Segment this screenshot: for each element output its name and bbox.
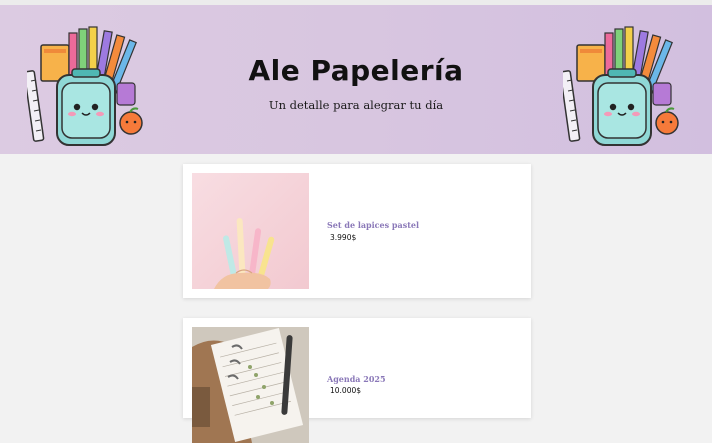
product-card[interactable]: Agenda 2025 10.000$: [183, 318, 531, 443]
product-card[interactable]: Set de lapices pastel 3.990$: [183, 164, 531, 298]
product-image[interactable]: [192, 327, 309, 443]
product-price: 10.000$: [330, 386, 362, 395]
product-price: 3.990$: [330, 233, 357, 242]
header-banner: Ale Papelería Un detalle para alegrar tu…: [0, 5, 712, 154]
product-image[interactable]: [192, 173, 309, 289]
product-name[interactable]: Set de lapices pastel: [327, 220, 419, 230]
school-supplies-icon: [563, 26, 679, 146]
product-name[interactable]: Agenda 2025: [327, 374, 386, 384]
